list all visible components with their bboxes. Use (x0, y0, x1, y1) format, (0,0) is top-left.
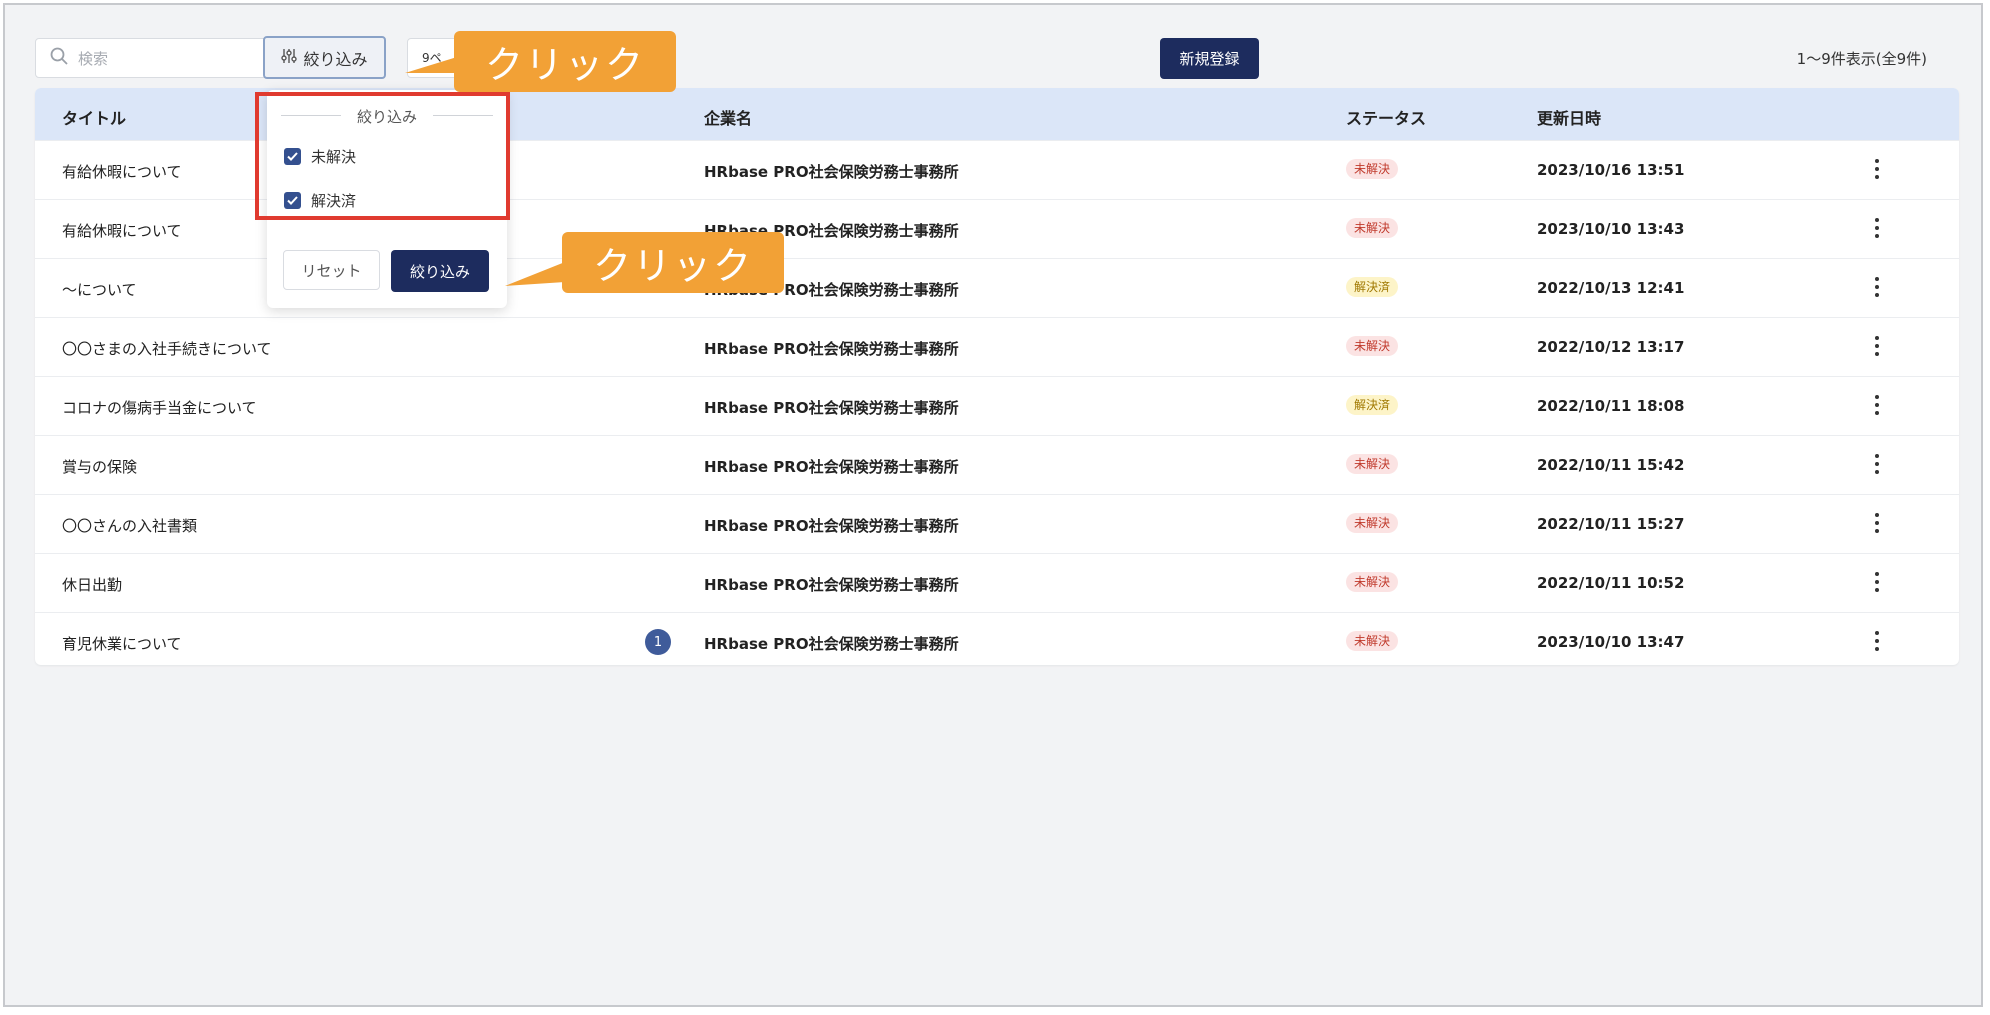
row-company: HRbase PRO社会保険労務士事務所 (704, 635, 959, 653)
status-badge: 未解決 (1346, 336, 1399, 356)
table-row[interactable]: コロナの傷病手当金について HRbase PRO社会保険労務士事務所 解決済 2… (35, 376, 1959, 435)
highlight-box (255, 92, 510, 220)
row-company: HRbase PRO社会保険労務士事務所 (704, 576, 959, 594)
header-updated: 更新日時 (1537, 109, 1602, 128)
row-updated: 2022/10/11 15:42 (1537, 456, 1685, 474)
row-company: HRbase PRO社会保険労務士事務所 (704, 399, 959, 417)
row-updated: 2022/10/11 10:52 (1537, 574, 1685, 592)
table-row[interactable]: 休日出勤 HRbase PRO社会保険労務士事務所 未解決 2022/10/11… (35, 553, 1959, 612)
row-title[interactable]: 育児休業について (62, 633, 182, 654)
status-badge: 解決済 (1346, 395, 1399, 415)
table-row[interactable]: 〇〇さんの入社書類 HRbase PRO社会保険労務士事務所 未解決 2022/… (35, 494, 1959, 553)
row-updated: 2023/10/10 13:43 (1537, 220, 1685, 238)
row-updated: 2023/10/10 13:47 (1537, 633, 1685, 651)
click-callout-apply: クリック (562, 232, 784, 293)
click-callout-filter: クリック (454, 31, 676, 92)
table-row[interactable]: 育児休業について 1 HRbase PRO社会保険労務士事務所 未解決 2023… (35, 612, 1959, 665)
table-row[interactable]: 〇〇さまの入社手続きについて HRbase PRO社会保険労務士事務所 未解決 … (35, 317, 1959, 376)
more-menu-icon[interactable] (1874, 336, 1880, 360)
more-menu-icon[interactable] (1874, 218, 1880, 242)
row-title[interactable]: 有給休暇について (62, 161, 182, 182)
result-count: 1～9件表示(全9件) (1796, 50, 1927, 68)
row-title[interactable]: 〇〇さまの入社手続きについて (62, 338, 272, 359)
row-company: HRbase PRO社会保険労務士事務所 (704, 517, 959, 535)
status-badge: 未解決 (1346, 159, 1399, 179)
row-updated: 2023/10/16 13:51 (1537, 161, 1685, 179)
filter-button-label: 絞り込み (303, 49, 368, 69)
apply-filter-button[interactable]: 絞り込み (391, 250, 489, 292)
row-title[interactable]: 〜について (62, 279, 137, 300)
header-company: 企業名 (704, 109, 753, 128)
row-updated: 2022/10/13 12:41 (1537, 279, 1685, 297)
more-menu-icon[interactable] (1874, 513, 1880, 537)
search-icon (50, 47, 68, 69)
app-frame: 検索 絞り込み 9ペ 新規登録 1～9件表示(全9件) タイトル 企業名 ステー… (3, 3, 1983, 1007)
search-box[interactable]: 検索 (35, 38, 265, 78)
row-company: HRbase PRO社会保険労務士事務所 (704, 340, 959, 358)
filter-button[interactable]: 絞り込み (263, 36, 386, 79)
row-title[interactable]: 〇〇さんの入社書類 (62, 515, 197, 536)
row-updated: 2022/10/11 15:27 (1537, 515, 1685, 533)
reset-button[interactable]: リセット (283, 250, 380, 290)
status-badge: 未解決 (1346, 218, 1399, 238)
callout-tail (405, 57, 457, 73)
status-badge: 未解決 (1346, 631, 1399, 651)
unread-count-badge: 1 (645, 629, 671, 655)
row-updated: 2022/10/11 18:08 (1537, 397, 1685, 415)
more-menu-icon[interactable] (1874, 277, 1880, 301)
status-badge: 未解決 (1346, 572, 1399, 592)
row-company: HRbase PRO社会保険労務士事務所 (704, 163, 959, 181)
sliders-icon (281, 48, 298, 68)
new-register-button[interactable]: 新規登録 (1160, 38, 1259, 79)
row-title[interactable]: 有給休暇について (62, 220, 182, 241)
row-title[interactable]: 休日出勤 (62, 574, 122, 595)
status-badge: 解決済 (1346, 277, 1399, 297)
more-menu-icon[interactable] (1874, 454, 1880, 478)
status-badge: 未解決 (1346, 454, 1399, 474)
header-status: ステータス (1346, 109, 1427, 128)
more-menu-icon[interactable] (1874, 572, 1880, 596)
status-badge: 未解決 (1346, 513, 1399, 533)
callout-tail (505, 262, 565, 286)
table-row[interactable]: 賞与の保険 HRbase PRO社会保険労務士事務所 未解決 2022/10/1… (35, 435, 1959, 494)
row-title[interactable]: 賞与の保険 (62, 456, 137, 477)
header-title: タイトル (62, 109, 127, 128)
search-input[interactable]: 検索 (78, 48, 108, 69)
row-updated: 2022/10/12 13:17 (1537, 338, 1685, 356)
row-company: HRbase PRO社会保険労務士事務所 (704, 458, 959, 476)
more-menu-icon[interactable] (1874, 159, 1880, 183)
more-menu-icon[interactable] (1874, 631, 1880, 655)
row-title[interactable]: コロナの傷病手当金について (62, 397, 257, 418)
more-menu-icon[interactable] (1874, 395, 1880, 419)
